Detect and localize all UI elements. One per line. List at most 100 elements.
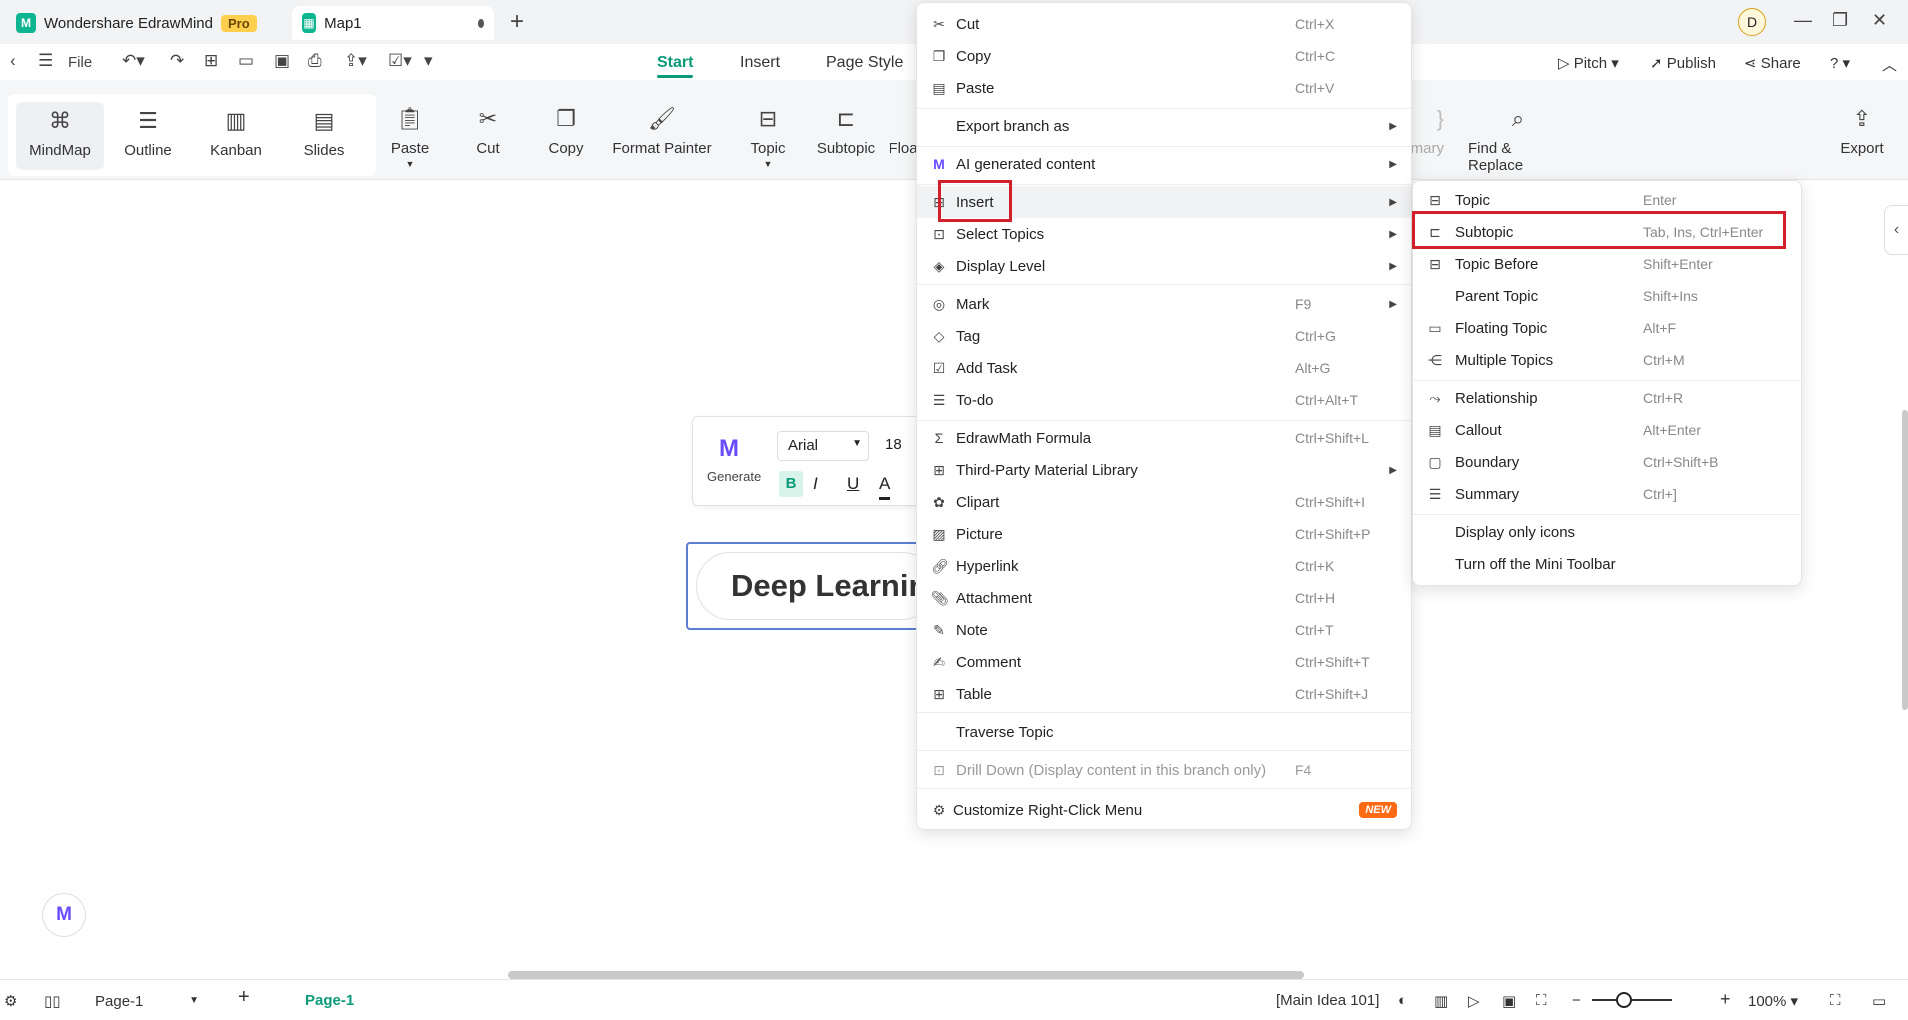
theme-icon[interactable]: ◐: [1398, 992, 1407, 1009]
document-tab[interactable]: ▦ Map1: [292, 6, 494, 40]
file-menu[interactable]: File: [68, 54, 92, 71]
customize-quick-access-icon[interactable]: ▾: [424, 51, 433, 71]
publish-button[interactable]: ➚ Publish: [1650, 54, 1716, 72]
submenu-item-turn-off-mini-toolbar[interactable]: Turn off the Mini Toolbar: [1413, 548, 1801, 580]
right-panel-toggle-icon[interactable]: ‹: [1884, 205, 1908, 255]
export-button[interactable]: ⇪ Export: [1834, 106, 1890, 157]
save-icon[interactable]: ▣: [274, 51, 290, 71]
fullscreen-fit-icon[interactable]: ⛶: [1536, 992, 1547, 1009]
side-panel-icon[interactable]: ▭: [1872, 992, 1886, 1010]
full-screen-icon[interactable]: ⛶: [1830, 992, 1841, 1009]
menu-item-copy[interactable]: ❐ Copy Ctrl+C: [917, 40, 1411, 72]
menu-item-traverse-topic[interactable]: Traverse Topic: [917, 716, 1411, 748]
main-topic-selection[interactable]: Deep Learnin: [686, 542, 936, 630]
floating-topic-button[interactable]: Floa: [890, 106, 916, 157]
menu-item-ai-content[interactable]: M AI generated content ▶: [917, 148, 1411, 180]
vertical-scrollbar[interactable]: [1902, 410, 1908, 710]
menu-item-customize-menu[interactable]: ⚙ Customize Right-Click Menu NEW: [917, 794, 1411, 826]
cut-button[interactable]: ✂ Cut: [458, 106, 518, 157]
menu-item-cut[interactable]: ✂ Cut Ctrl+X: [917, 8, 1411, 40]
underline-icon[interactable]: U: [847, 471, 859, 497]
submenu-item-floating-topic[interactable]: ▭ Floating Topic Alt+F: [1413, 312, 1801, 344]
menu-item-todo[interactable]: ☰ To-do Ctrl+Alt+T: [917, 384, 1411, 416]
zoom-level[interactable]: 100% ▾: [1748, 992, 1798, 1010]
fit-page-icon[interactable]: ▣: [1502, 992, 1516, 1010]
view-mindmap[interactable]: ⌘ MindMap: [16, 102, 104, 170]
menu-item-clipart[interactable]: ✿ Clipart Ctrl+Shift+I: [917, 486, 1411, 518]
menu-item-display-level[interactable]: ◈ Display Level ▶: [917, 250, 1411, 282]
menu-item-hyperlink[interactable]: 🔗︎ Hyperlink Ctrl+K: [917, 550, 1411, 582]
minimize-icon[interactable]: —: [1794, 10, 1812, 31]
font-select[interactable]: Arial ▼: [777, 431, 869, 461]
tab-start[interactable]: Start: [657, 54, 694, 78]
generate-button[interactable]: M Generate: [707, 435, 761, 484]
zoom-out-icon[interactable]: −: [1572, 992, 1581, 1009]
new-file-icon[interactable]: ⊞: [204, 51, 218, 71]
page-select[interactable]: Page-1 ▼: [82, 986, 204, 1016]
topic-dropdown-icon[interactable]: ▼: [764, 159, 773, 169]
open-folder-icon[interactable]: ▭: [238, 51, 254, 71]
menu-item-attachment[interactable]: 📎︎ Attachment Ctrl+H: [917, 582, 1411, 614]
menu-item-material-library[interactable]: ⊞ Third-Party Material Library ▶: [917, 454, 1411, 486]
menu-item-comment[interactable]: ✍ Comment Ctrl+Shift+T: [917, 646, 1411, 678]
submenu-item-callout[interactable]: ▤ Callout Alt+Enter: [1413, 414, 1801, 446]
restore-icon[interactable]: ❐: [1832, 10, 1848, 31]
zoom-slider-track[interactable]: [1592, 999, 1672, 1001]
checklist-icon[interactable]: ☑▾: [388, 51, 412, 71]
redo-icon[interactable]: ↷: [170, 51, 184, 71]
page-panel-icon[interactable]: ▯▯: [44, 992, 61, 1010]
submenu-item-boundary[interactable]: ▢ Boundary Ctrl+Shift+B: [1413, 446, 1801, 478]
italic-icon[interactable]: I: [813, 471, 818, 497]
paste-dropdown-icon[interactable]: ▼: [406, 159, 415, 169]
menu-item-export-branch[interactable]: Export branch as ▶: [917, 110, 1411, 142]
export-quick-icon[interactable]: ⇪▾: [344, 51, 367, 71]
menu-item-edrawmath[interactable]: Σ EdrawMath Formula Ctrl+Shift+L: [917, 422, 1411, 454]
submenu-item-parent-topic[interactable]: Parent Topic Shift+Ins: [1413, 280, 1801, 312]
menu-item-note[interactable]: ✎ Note Ctrl+T: [917, 614, 1411, 646]
format-painter-button[interactable]: 🖌︎ Format Painter: [612, 106, 712, 157]
hamburger-menu-icon[interactable]: ☰: [38, 51, 53, 71]
bold-icon[interactable]: B: [779, 471, 803, 497]
menu-item-table[interactable]: ⊞ Table Ctrl+Shift+J: [917, 678, 1411, 710]
back-arrow-icon[interactable]: ‹: [10, 51, 16, 71]
page-tab[interactable]: Page-1: [305, 992, 354, 1009]
submenu-item-subtopic[interactable]: ⊏ Subtopic Tab, Ins, Ctrl+Enter: [1413, 216, 1801, 248]
topic-button[interactable]: ⊟ Topic ▼: [738, 106, 798, 169]
font-color-icon[interactable]: A: [879, 471, 891, 500]
add-page-icon[interactable]: +: [238, 986, 250, 1009]
summary-button-partial[interactable]: } mary: [1412, 106, 1444, 157]
submenu-item-relationship[interactable]: ⤳ Relationship Ctrl+R: [1413, 382, 1801, 414]
submenu-item-multiple-topics[interactable]: ⋲ Multiple Topics Ctrl+M: [1413, 344, 1801, 376]
find-replace-button[interactable]: ⌕ Find & Replace: [1468, 106, 1568, 174]
font-size-select[interactable]: 18: [877, 431, 917, 461]
view-kanban[interactable]: ▥ Kanban: [200, 108, 272, 159]
menu-item-mark[interactable]: ◎ Mark F9 ▶: [917, 288, 1411, 320]
book-icon[interactable]: ▥: [1434, 992, 1448, 1010]
help-icon[interactable]: ? ▾: [1830, 54, 1850, 72]
print-icon[interactable]: ⎙: [308, 51, 322, 71]
zoom-slider-handle[interactable]: [1616, 992, 1632, 1008]
menu-item-add-task[interactable]: ☑ Add Task Alt+G: [917, 352, 1411, 384]
user-avatar[interactable]: D: [1738, 8, 1766, 36]
new-tab-plus-icon[interactable]: +: [510, 8, 524, 36]
pitch-button[interactable]: ▷ Pitch ▾: [1558, 54, 1619, 72]
paste-button[interactable]: 📋︎ Paste ▼: [380, 106, 440, 169]
menu-item-insert[interactable]: ⊟ Insert ▶: [917, 186, 1411, 218]
menu-item-tag[interactable]: ◇ Tag Ctrl+G: [917, 320, 1411, 352]
submenu-item-display-only-icons[interactable]: Display only icons: [1413, 516, 1801, 548]
tab-page-style[interactable]: Page Style: [826, 54, 903, 72]
undo-icon[interactable]: ↶▾: [122, 51, 145, 71]
collapse-ribbon-icon[interactable]: ︿: [1882, 54, 1897, 75]
share-button[interactable]: ⋖ Share: [1744, 54, 1801, 72]
subtopic-button[interactable]: ⊏ Subtopic: [812, 106, 880, 157]
submenu-item-summary[interactable]: ☰ Summary Ctrl+]: [1413, 478, 1801, 510]
submenu-item-topic[interactable]: ⊟ Topic Enter: [1413, 184, 1801, 216]
zoom-in-icon[interactable]: +: [1720, 989, 1731, 1010]
close-window-icon[interactable]: ✕: [1872, 10, 1887, 31]
menu-item-select-topics[interactable]: ⊡ Select Topics ▶: [917, 218, 1411, 250]
submenu-item-topic-before[interactable]: ⊟ Topic Before Shift+Enter: [1413, 248, 1801, 280]
menu-item-picture[interactable]: ▨ Picture Ctrl+Shift+P: [917, 518, 1411, 550]
page-settings-icon[interactable]: ⚙: [4, 992, 17, 1010]
unsaved-dot-icon[interactable]: [477, 18, 484, 28]
app-tab[interactable]: M Wondershare EdrawMind Pro: [6, 6, 267, 40]
